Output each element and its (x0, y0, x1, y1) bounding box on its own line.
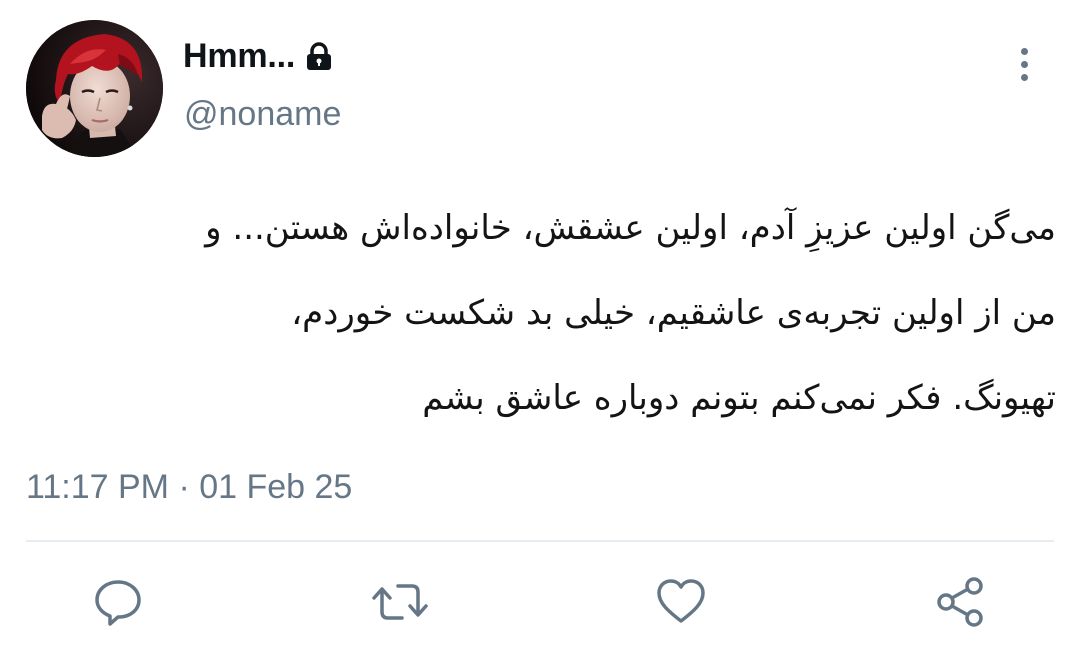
avatar[interactable] (26, 20, 163, 157)
tweet-text: می‌گن اولین عزیزِ آدم، اولین عشقش، خانوا… (26, 186, 1056, 441)
tweet-text-line: می‌گن اولین عزیزِ آدم، اولین عشقش، خانوا… (205, 208, 1056, 248)
like-button[interactable] (651, 570, 711, 634)
avatar-photo (26, 20, 163, 157)
lock-icon (305, 42, 333, 72)
share-icon (937, 577, 983, 627)
tweet-timestamp[interactable]: 11:17 PM · 01 Feb 25 (26, 468, 352, 507)
reply-button[interactable] (88, 570, 148, 634)
share-button[interactable] (932, 570, 992, 634)
heart-icon (657, 579, 705, 623)
tweet-text-line: تهیونگ. فکر نمی‌کنم بتونم دوباره عاشق بش… (422, 378, 1056, 418)
display-name[interactable]: Hmm... (183, 37, 295, 76)
vertical-ellipsis-icon[interactable] (1008, 42, 1040, 86)
tweet-text-line: من از اولین تجربه‌ی عاشقیم، خیلی بد شکست… (291, 293, 1056, 333)
author-name-row: Hmm... (183, 34, 333, 78)
retweet-icon (372, 584, 428, 620)
author-handle[interactable]: @noname (184, 95, 341, 134)
action-bar (0, 570, 1080, 640)
divider (26, 540, 1054, 542)
tweet-card: Hmm... @noname می‌گن اولین عزیزِ آدم، او… (0, 0, 1080, 671)
comment-icon (95, 580, 141, 626)
retweet-button[interactable] (370, 570, 430, 634)
